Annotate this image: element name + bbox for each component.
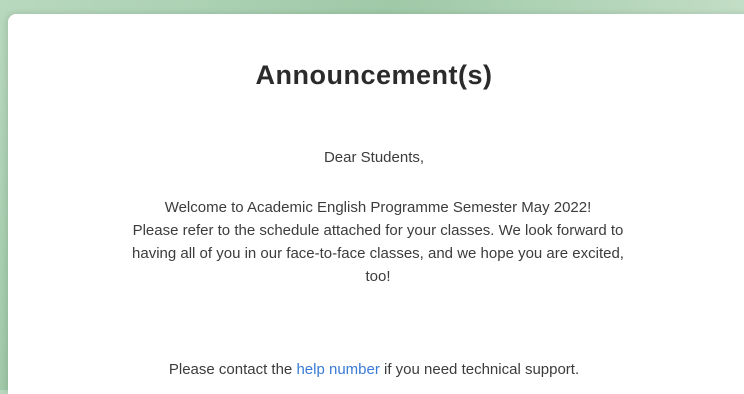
support-prefix: Please contact the bbox=[168, 361, 293, 378]
announcement-body: Welcome to Academic English Programme Se… bbox=[38, 196, 718, 288]
announcement-card: Announcement(s) Dear Students, Welcome t… bbox=[8, 14, 744, 394]
support-suffix: if you need technical support. bbox=[384, 361, 580, 378]
support-text: Please contact the help number if you ne… bbox=[8, 361, 740, 378]
body-line-schedule: Please refer to the schedule attached fo… bbox=[132, 222, 624, 239]
body-line-welcome: Welcome to Academic English Programme Se… bbox=[164, 199, 592, 216]
body-line-classes: having all of you in our face-to-face cl… bbox=[132, 245, 624, 262]
body-line-too: too! bbox=[365, 268, 391, 285]
greeting-text: Dear Students, bbox=[323, 149, 425, 166]
help-number-link[interactable]: help number bbox=[296, 361, 379, 378]
announcement-title: Announcement(s) bbox=[255, 60, 493, 90]
